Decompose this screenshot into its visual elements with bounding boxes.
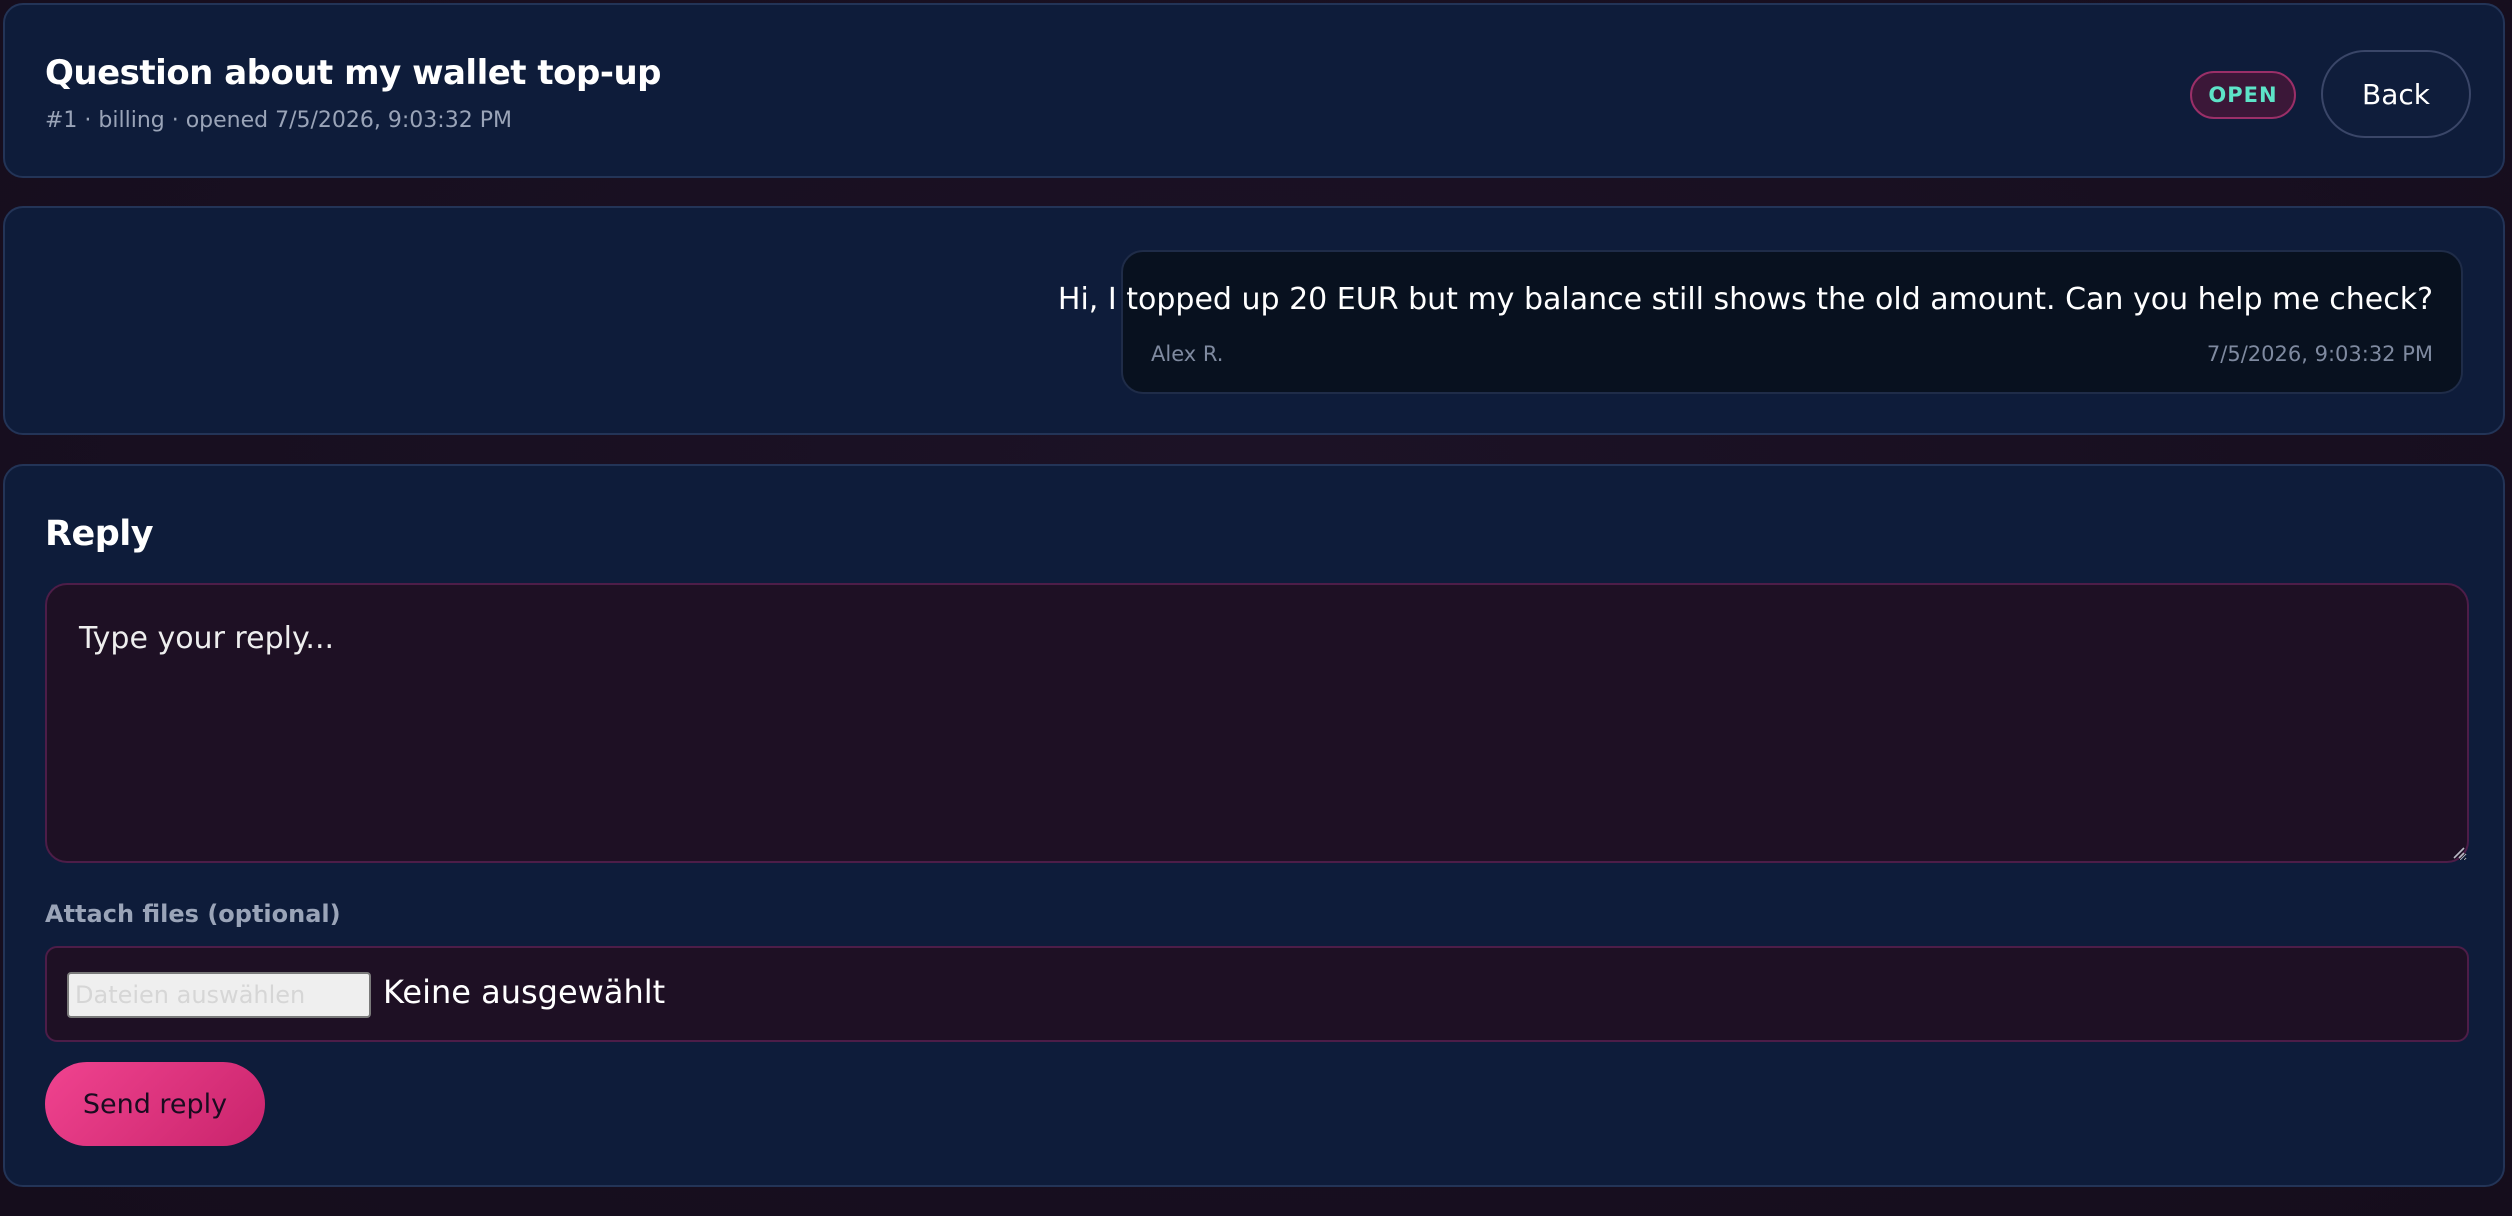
page-title: Question about my wallet top-up bbox=[45, 53, 662, 93]
ticket-header: Question about my wallet top-up #1 · bil… bbox=[3, 3, 2505, 178]
reply-heading: Reply bbox=[45, 514, 154, 554]
file-status: Keine ausgewählt bbox=[383, 973, 666, 1011]
message-author: Alex R. bbox=[1151, 342, 1224, 366]
attach-files-label: Attach files (optional) bbox=[45, 900, 341, 928]
back-button[interactable]: Back bbox=[2321, 50, 2471, 138]
file-input[interactable]: Dateien auswählen Keine ausgewählt bbox=[45, 946, 2469, 1042]
resize-grip-icon[interactable] bbox=[2451, 845, 2465, 859]
message-text: Hi, I topped up 20 EUR but my balance st… bbox=[1057, 282, 2433, 317]
reply-input[interactable] bbox=[45, 583, 2469, 863]
send-reply-button[interactable]: Send reply bbox=[45, 1062, 265, 1146]
reply-form: Reply Attach files (optional) Dateien au… bbox=[3, 464, 2505, 1187]
ticket-meta: #1 · billing · opened 7/5/2026, 9:03:32 … bbox=[45, 108, 512, 133]
status-badge: OPEN bbox=[2190, 71, 2296, 119]
message-timestamp: 7/5/2026, 9:03:32 PM bbox=[2206, 342, 2433, 366]
message-thread: Hi, I topped up 20 EUR but my balance st… bbox=[3, 206, 2505, 435]
choose-files-button[interactable]: Dateien auswählen bbox=[67, 972, 371, 1018]
message-bubble: Hi, I topped up 20 EUR but my balance st… bbox=[1058, 250, 2463, 394]
